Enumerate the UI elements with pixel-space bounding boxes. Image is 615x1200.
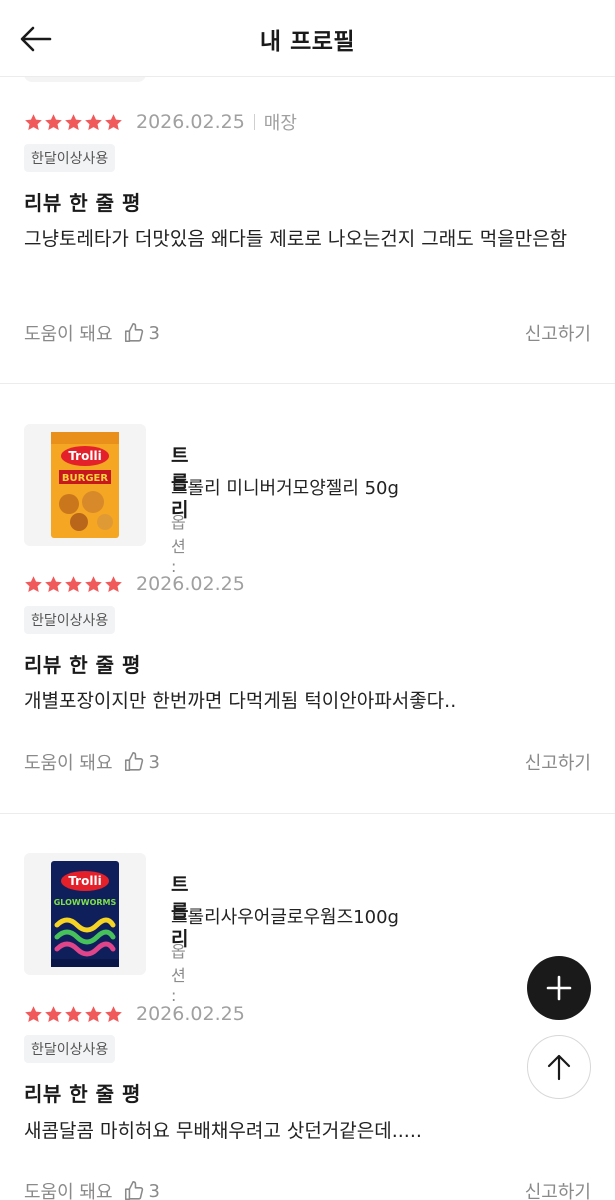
star-icon xyxy=(105,1005,122,1022)
helpful-button[interactable]: 도움이 돼요 3 xyxy=(24,320,160,346)
review-text: 그냥토레타가 더맛있음 왜다들 제로로 나오는건지 그래도 먹을만은함 xyxy=(24,228,568,250)
usage-badge: 한달이상사용 xyxy=(24,144,116,172)
purchase-channel: 매장 xyxy=(263,113,297,134)
helpful-label: 도움이 돼요 xyxy=(24,1182,113,1200)
star-icon xyxy=(65,1005,82,1022)
review-date: 2026.02.25 xyxy=(136,1003,245,1025)
thumbs-up-icon xyxy=(124,752,143,772)
helpful-count: 3 xyxy=(148,751,160,773)
product-package-image: Trolli BURGER xyxy=(51,432,119,538)
plus-icon xyxy=(546,975,572,1001)
review-meta: 2026.02.25 매장 xyxy=(24,109,297,135)
package-brand-text: Trolli xyxy=(68,449,101,463)
product-option: 옵션 : xyxy=(171,942,186,1005)
review-date: 2026.02.25 xyxy=(136,573,245,595)
star-icon xyxy=(85,113,102,130)
review-actions: 도움이 돼요 3 신고하기 xyxy=(24,319,591,347)
star-rating xyxy=(24,113,123,132)
review-date: 2026.02.25 xyxy=(136,111,245,133)
usage-badge: 한달이상사용 xyxy=(24,606,116,634)
review-title: 리뷰 한 줄 평 xyxy=(24,191,141,215)
meta-divider xyxy=(253,114,255,130)
star-icon xyxy=(25,113,42,130)
star-icon xyxy=(65,575,82,592)
star-icon xyxy=(25,1005,42,1022)
review-title: 리뷰 한 줄 평 xyxy=(24,653,141,677)
review-meta: 2026.02.25 xyxy=(24,1001,245,1027)
scroll-to-top-button[interactable] xyxy=(527,1035,591,1099)
star-icon xyxy=(45,1005,62,1022)
star-icon xyxy=(25,575,42,592)
review-text: 새콤달콤 마히허요 무배채우려고 삿던거같은데..... xyxy=(24,1120,422,1142)
star-icon xyxy=(65,113,82,130)
page-title: 내 프로필 xyxy=(259,29,356,55)
review-text: 개별포장이지만 한번까면 다먹게됨 턱이안아파서좋다.. xyxy=(24,690,457,712)
star-icon xyxy=(85,575,102,592)
review-divider xyxy=(0,383,615,384)
report-button[interactable]: 신고하기 xyxy=(525,320,591,346)
product-thumbnail[interactable]: Trolli BURGER xyxy=(24,424,146,546)
review-title: 리뷰 한 줄 평 xyxy=(24,1082,141,1106)
usage-badge: 한달이상사용 xyxy=(24,1035,116,1063)
review-actions: 도움이 돼요 3 신고하기 xyxy=(24,748,591,776)
star-icon xyxy=(45,113,62,130)
review-divider xyxy=(0,813,615,814)
product-package-image: Trolli GLOWWORMS xyxy=(51,861,119,967)
helpful-label: 도움이 돼요 xyxy=(24,753,113,774)
star-icon xyxy=(105,113,122,130)
product-thumbnail[interactable]: Trolli GLOWWORMS xyxy=(24,853,146,975)
helpful-count: 3 xyxy=(148,322,160,344)
review-meta: 2026.02.25 xyxy=(24,571,245,597)
star-rating xyxy=(24,575,123,594)
report-button[interactable]: 신고하기 xyxy=(525,749,591,775)
arrow-up-icon xyxy=(547,1054,571,1081)
package-sub-text: BURGER xyxy=(62,473,108,484)
helpful-label: 도움이 돼요 xyxy=(24,324,113,345)
thumbs-up-icon xyxy=(124,323,143,343)
product-name: 트롤리사우어글로우웜즈100g xyxy=(171,907,399,928)
package-sub-text: GLOWWORMS xyxy=(54,898,117,907)
app-header: 내 프로필 xyxy=(0,0,615,77)
thumbs-up-icon xyxy=(124,1181,143,1200)
star-rating xyxy=(24,1005,123,1024)
star-icon xyxy=(105,575,122,592)
helpful-button[interactable]: 도움이 돼요 3 xyxy=(24,1178,160,1200)
helpful-button[interactable]: 도움이 돼요 3 xyxy=(24,749,160,775)
report-button[interactable]: 신고하기 xyxy=(525,1178,591,1200)
package-brand-text: Trolli xyxy=(68,874,101,888)
product-option: 옵션 : xyxy=(171,513,186,576)
star-icon xyxy=(85,1005,102,1022)
helpful-count: 3 xyxy=(148,1180,160,1200)
star-icon xyxy=(45,575,62,592)
write-review-button[interactable] xyxy=(527,956,591,1020)
review-actions: 도움이 돼요 3 신고하기 xyxy=(24,1177,591,1200)
product-name: 트롤리 미니버거모양젤리 50g xyxy=(171,478,399,499)
